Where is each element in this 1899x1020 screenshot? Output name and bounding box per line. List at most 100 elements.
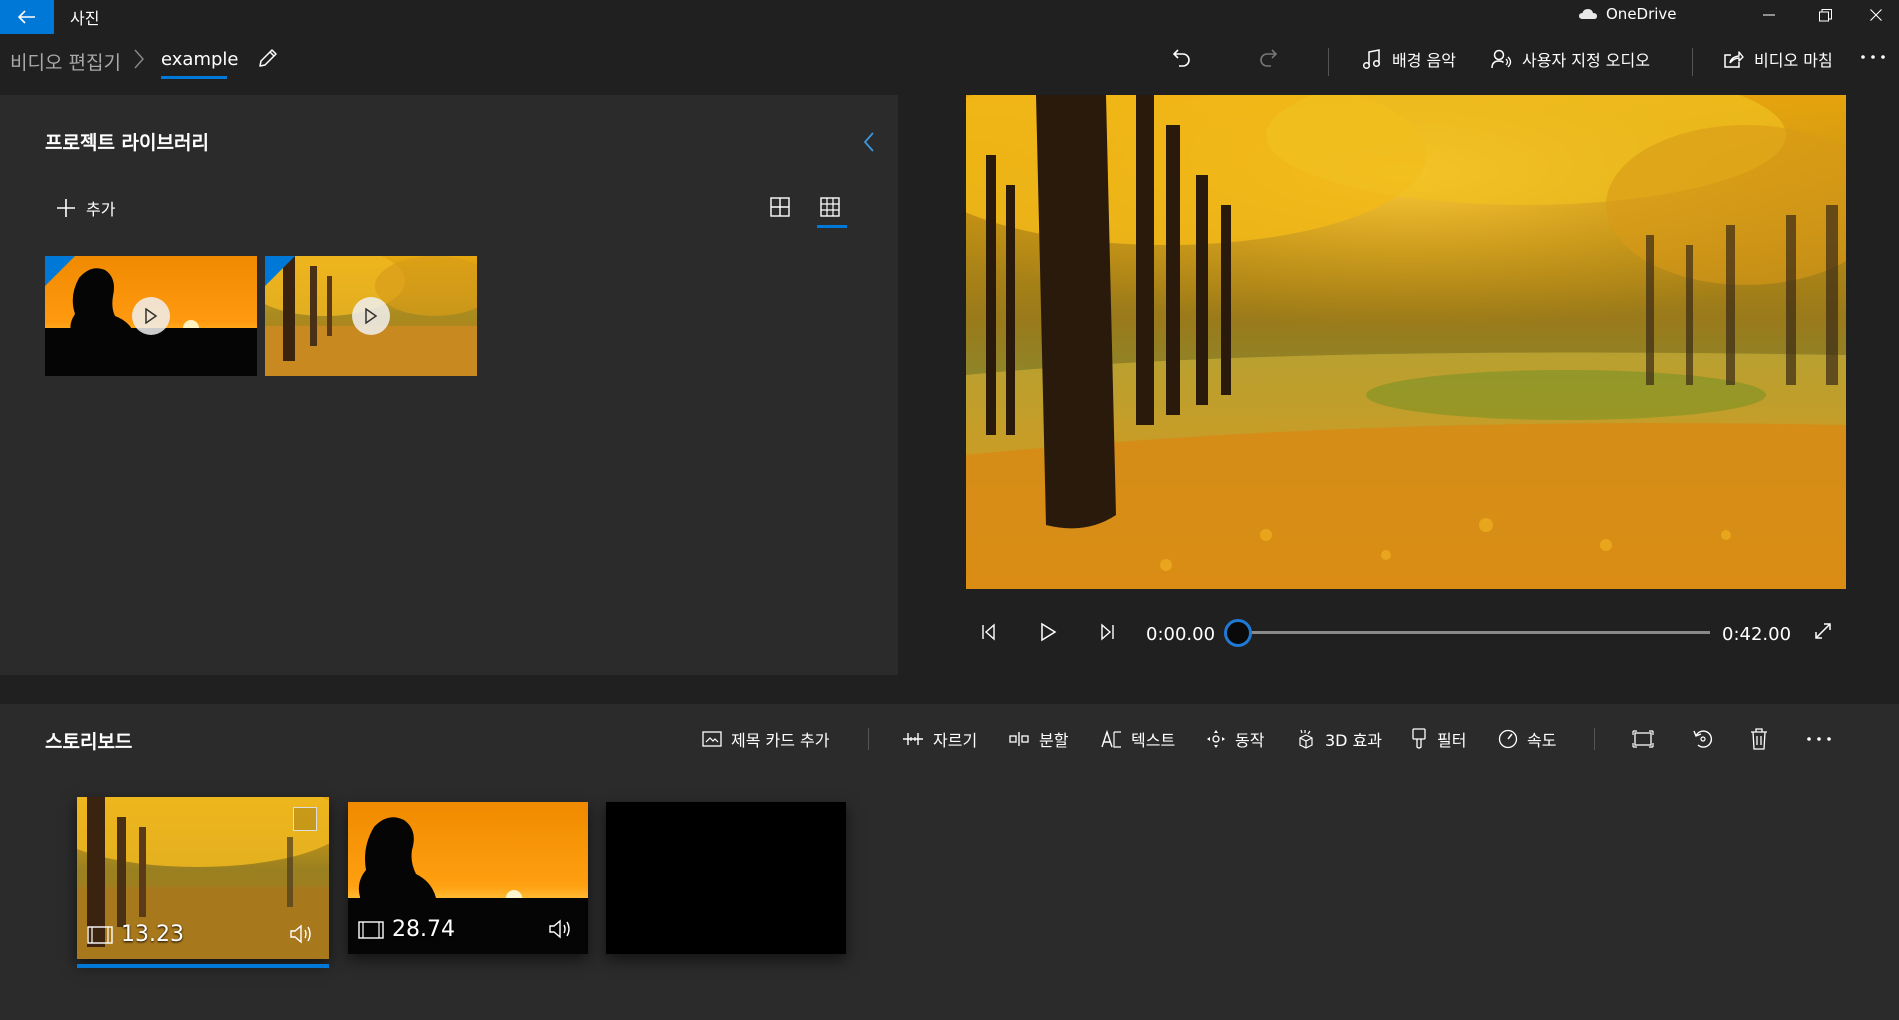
breadcrumb-root[interactable]: 비디오 편집기 bbox=[10, 48, 121, 75]
split-label: 분할 bbox=[1039, 731, 1069, 750]
filter-brush-icon bbox=[1412, 728, 1426, 749]
plus-icon bbox=[57, 199, 75, 217]
play-button[interactable] bbox=[1038, 622, 1058, 642]
play-preview-button[interactable] bbox=[352, 297, 390, 335]
video-preview[interactable] bbox=[966, 95, 1846, 589]
divider bbox=[1692, 48, 1693, 76]
play-icon bbox=[365, 308, 378, 324]
redo-icon bbox=[1260, 49, 1278, 67]
onedrive-status[interactable]: OneDrive bbox=[1578, 5, 1677, 23]
storyboard-empty-slot[interactable] bbox=[606, 802, 846, 954]
film-icon bbox=[87, 925, 113, 944]
next-frame-button[interactable] bbox=[1098, 622, 1118, 642]
trim-icon bbox=[903, 733, 923, 745]
close-button[interactable] bbox=[1853, 0, 1899, 30]
clip-volume-button[interactable] bbox=[548, 918, 574, 940]
text-label: 텍스트 bbox=[1131, 731, 1176, 750]
play-preview-button[interactable] bbox=[132, 297, 170, 335]
small-thumbnail-view-button[interactable] bbox=[820, 197, 840, 217]
storyboard-title: 스토리보드 bbox=[45, 731, 133, 753]
motion-icon bbox=[1207, 730, 1225, 748]
grid-small-icon bbox=[820, 197, 840, 217]
clip-select-checkbox[interactable] bbox=[293, 807, 317, 831]
undo-icon bbox=[1172, 49, 1190, 67]
text-icon bbox=[1101, 729, 1121, 748]
clip-volume-button[interactable] bbox=[289, 923, 315, 945]
add-title-card-label: 제목 카드 추가 bbox=[731, 731, 830, 750]
selection-corner bbox=[45, 256, 75, 286]
seek-thumb[interactable] bbox=[1224, 619, 1252, 647]
background-music-button[interactable]: 배경 음악 bbox=[1362, 44, 1456, 74]
collapse-library-button[interactable] bbox=[862, 130, 876, 154]
chevron-left-icon bbox=[863, 132, 874, 152]
autumn-forest-frame bbox=[966, 95, 1846, 589]
grid-large-icon bbox=[770, 197, 790, 217]
total-time: 0:42.00 bbox=[1722, 624, 1792, 645]
add-media-button[interactable]: 추가 bbox=[56, 196, 115, 220]
trash-icon bbox=[1751, 728, 1767, 750]
large-thumbnail-view-button[interactable] bbox=[770, 197, 790, 217]
step-forward-icon bbox=[1101, 623, 1114, 641]
back-arrow-icon bbox=[18, 10, 35, 24]
storyboard-more-button[interactable] bbox=[1806, 726, 1832, 752]
filters-label: 필터 bbox=[1437, 731, 1467, 750]
current-time: 0:00.00 bbox=[1146, 624, 1216, 645]
cloud-icon bbox=[1579, 9, 1597, 19]
3d-effects-button[interactable]: 3D 효과 bbox=[1296, 726, 1382, 752]
clip-duration: 28.74 bbox=[392, 917, 455, 942]
trim-button[interactable]: 자르기 bbox=[902, 726, 977, 752]
selected-clip-indicator bbox=[77, 964, 329, 968]
clip-duration: 13.23 bbox=[121, 922, 184, 947]
chevron-right-icon bbox=[132, 47, 146, 71]
previous-frame-button[interactable] bbox=[978, 622, 998, 642]
ellipsis-icon bbox=[1861, 55, 1885, 59]
film-icon bbox=[358, 920, 384, 939]
play-icon bbox=[145, 308, 158, 324]
rename-button[interactable] bbox=[256, 46, 280, 70]
library-clip-sunset[interactable] bbox=[45, 256, 257, 376]
split-button[interactable]: 분할 bbox=[1008, 726, 1068, 752]
panel-gap bbox=[0, 675, 1899, 704]
undo-button[interactable] bbox=[1170, 46, 1194, 70]
speed-label: 속도 bbox=[1527, 731, 1557, 750]
text-button[interactable]: 텍스트 bbox=[1100, 726, 1175, 752]
share-icon bbox=[1724, 51, 1744, 68]
storyboard-clip-2[interactable]: 28.74 bbox=[348, 802, 588, 954]
back-button[interactable] bbox=[0, 0, 54, 34]
speed-button[interactable]: 속도 bbox=[1498, 726, 1556, 752]
close-icon bbox=[1870, 9, 1882, 21]
resize-button[interactable] bbox=[1632, 726, 1654, 752]
rotate-button[interactable] bbox=[1692, 726, 1714, 752]
step-back-icon bbox=[982, 623, 995, 641]
restore-button[interactable] bbox=[1797, 0, 1853, 30]
redo-button[interactable] bbox=[1256, 46, 1280, 70]
seek-bar[interactable] bbox=[1238, 631, 1710, 634]
add-label: 추가 bbox=[86, 200, 116, 219]
filters-button[interactable]: 필터 bbox=[1410, 726, 1466, 752]
rotate-icon bbox=[1693, 730, 1713, 748]
library-clip-autumn[interactable] bbox=[265, 256, 477, 376]
music-note-icon bbox=[1362, 49, 1381, 70]
minimize-button[interactable] bbox=[1741, 0, 1797, 30]
divider bbox=[1328, 48, 1329, 76]
storyboard-clip-1[interactable]: 13.23 bbox=[77, 797, 329, 959]
restore-icon bbox=[1818, 8, 1832, 21]
motion-label: 동작 bbox=[1235, 731, 1265, 750]
project-name[interactable]: example bbox=[161, 49, 238, 70]
finish-video-button[interactable]: 비디오 마침 bbox=[1722, 44, 1833, 74]
clip-duration-label: 28.74 bbox=[358, 917, 455, 942]
add-title-card-button[interactable]: 제목 카드 추가 bbox=[702, 726, 830, 752]
motion-button[interactable]: 동작 bbox=[1206, 726, 1264, 752]
more-options-button[interactable] bbox=[1860, 50, 1886, 64]
library-title: 프로젝트 라이브러리 bbox=[45, 132, 209, 154]
pencil-icon bbox=[259, 49, 277, 67]
fullscreen-button[interactable] bbox=[1812, 620, 1834, 642]
divider bbox=[868, 728, 869, 750]
view-selected-indicator bbox=[817, 225, 847, 228]
custom-audio-button[interactable]: 사용자 지정 오디오 bbox=[1490, 44, 1650, 74]
speedometer-icon bbox=[1498, 729, 1518, 749]
selection-corner bbox=[265, 256, 295, 286]
delete-button[interactable] bbox=[1750, 726, 1768, 752]
onedrive-label: OneDrive bbox=[1606, 5, 1677, 23]
trim-label: 자르기 bbox=[933, 731, 978, 750]
